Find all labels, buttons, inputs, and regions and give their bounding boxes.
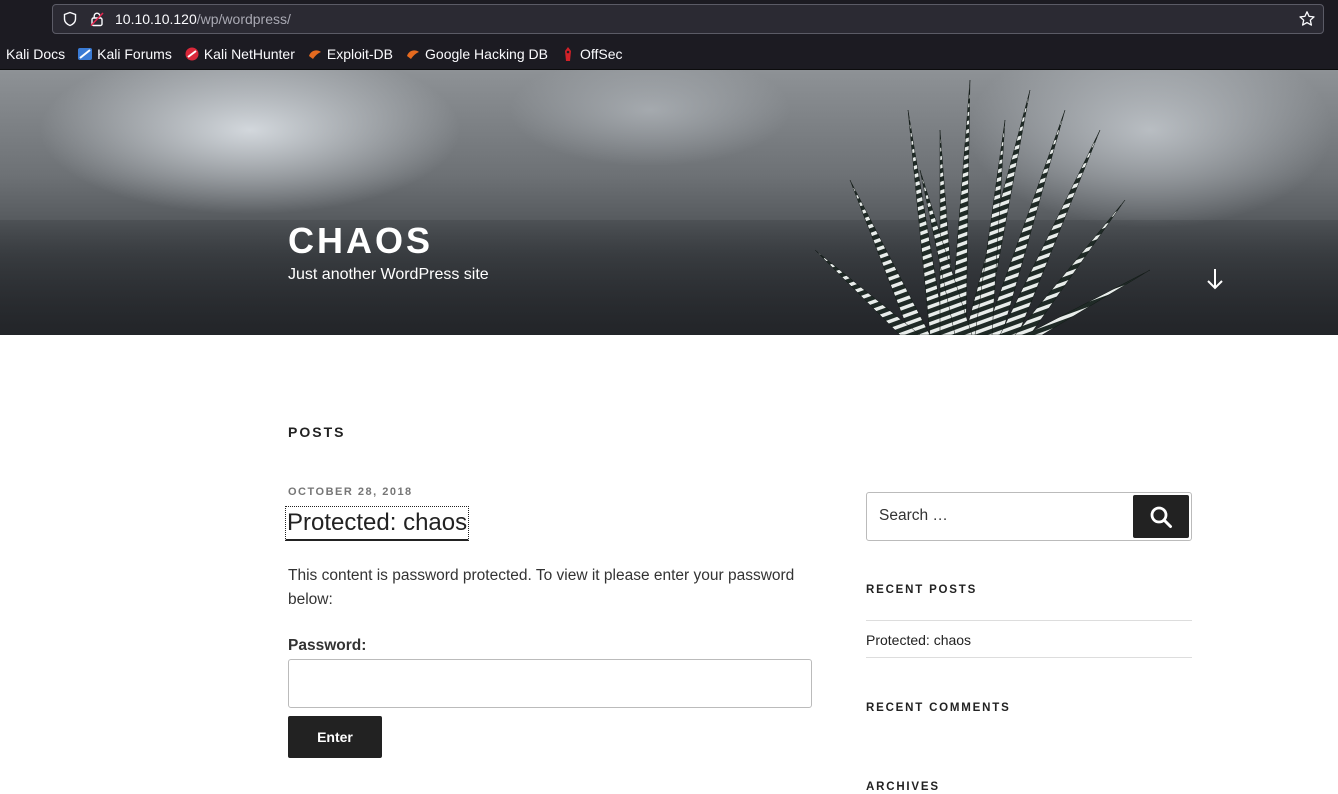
- bookmark-label: Google Hacking DB: [425, 46, 548, 62]
- succulent-plant-image: [814, 79, 1151, 335]
- insecure-lock-icon[interactable]: [89, 11, 105, 27]
- address-bar[interactable]: 10.10.10.120/wp/wordpress/: [52, 4, 1324, 34]
- shield-icon[interactable]: [62, 11, 78, 27]
- bookmark-kali-docs[interactable]: Kali Docs: [6, 46, 65, 62]
- bookmark-kali-nethunter[interactable]: Kali NetHunter: [184, 46, 295, 62]
- recent-post-link[interactable]: Protected: chaos: [866, 632, 971, 648]
- site-title[interactable]: CHAOS: [288, 220, 433, 262]
- post-title-link[interactable]: Protected: chaos: [285, 506, 470, 541]
- header-hero-image: CHAOS Just another WordPress site: [0, 70, 1338, 335]
- search-placeholder: Search …: [879, 507, 948, 524]
- archives-heading: ARCHIVES: [866, 781, 940, 793]
- site-description: Just another WordPress site: [288, 266, 489, 283]
- bookmark-offsec[interactable]: OffSec: [560, 46, 623, 62]
- nethunter-icon: [185, 47, 199, 61]
- bookmark-label: Kali Docs: [6, 46, 66, 62]
- bookmark-label: Exploit-DB: [326, 46, 394, 62]
- search-icon: [1150, 506, 1172, 528]
- exploitdb-icon: [308, 50, 321, 59]
- enter-button[interactable]: Enter: [288, 716, 382, 758]
- bookmark-star-icon[interactable]: [1298, 10, 1316, 28]
- offsec-icon: [564, 47, 571, 61]
- password-input[interactable]: [288, 659, 812, 708]
- bookmark-exploit-db[interactable]: Exploit-DB: [307, 46, 393, 62]
- search-field[interactable]: Search …: [866, 492, 1192, 541]
- url-host: 10.10.10.120: [115, 11, 197, 27]
- bookmark-label: Kali Forums: [97, 46, 172, 62]
- ghdb-icon: [407, 50, 420, 59]
- bookmark-kali-forums[interactable]: Kali Forums: [77, 46, 172, 62]
- bookmarks-toolbar: Kali Docs Kali Forums Kali NetHunter Exp…: [0, 40, 1338, 68]
- recent-posts-list: Protected: chaos: [866, 620, 1192, 658]
- post-protected-message: This content is password protected. To v…: [288, 567, 795, 608]
- url-text[interactable]: 10.10.10.120/wp/wordpress/: [115, 11, 291, 27]
- post-date[interactable]: OCTOBER 28, 2018: [288, 486, 413, 498]
- search-button[interactable]: [1133, 495, 1189, 538]
- url-path: /wp/wordpress/: [196, 11, 291, 27]
- recent-comments-heading: RECENT COMMENTS: [866, 702, 1011, 714]
- bookmark-label: Kali NetHunter: [203, 46, 295, 62]
- posts-section-heading: POSTS: [288, 424, 346, 440]
- arrow-down-icon[interactable]: [1204, 266, 1226, 292]
- bookmark-google-hacking-db[interactable]: Google Hacking DB: [405, 46, 548, 62]
- bookmark-label: OffSec: [579, 46, 623, 62]
- recent-posts-heading: RECENT POSTS: [866, 584, 978, 596]
- kali-forums-icon: [78, 48, 93, 60]
- password-label: Password:: [288, 637, 367, 654]
- browser-toolbar: 10.10.10.120/wp/wordpress/ Kali Docs Kal…: [0, 0, 1338, 70]
